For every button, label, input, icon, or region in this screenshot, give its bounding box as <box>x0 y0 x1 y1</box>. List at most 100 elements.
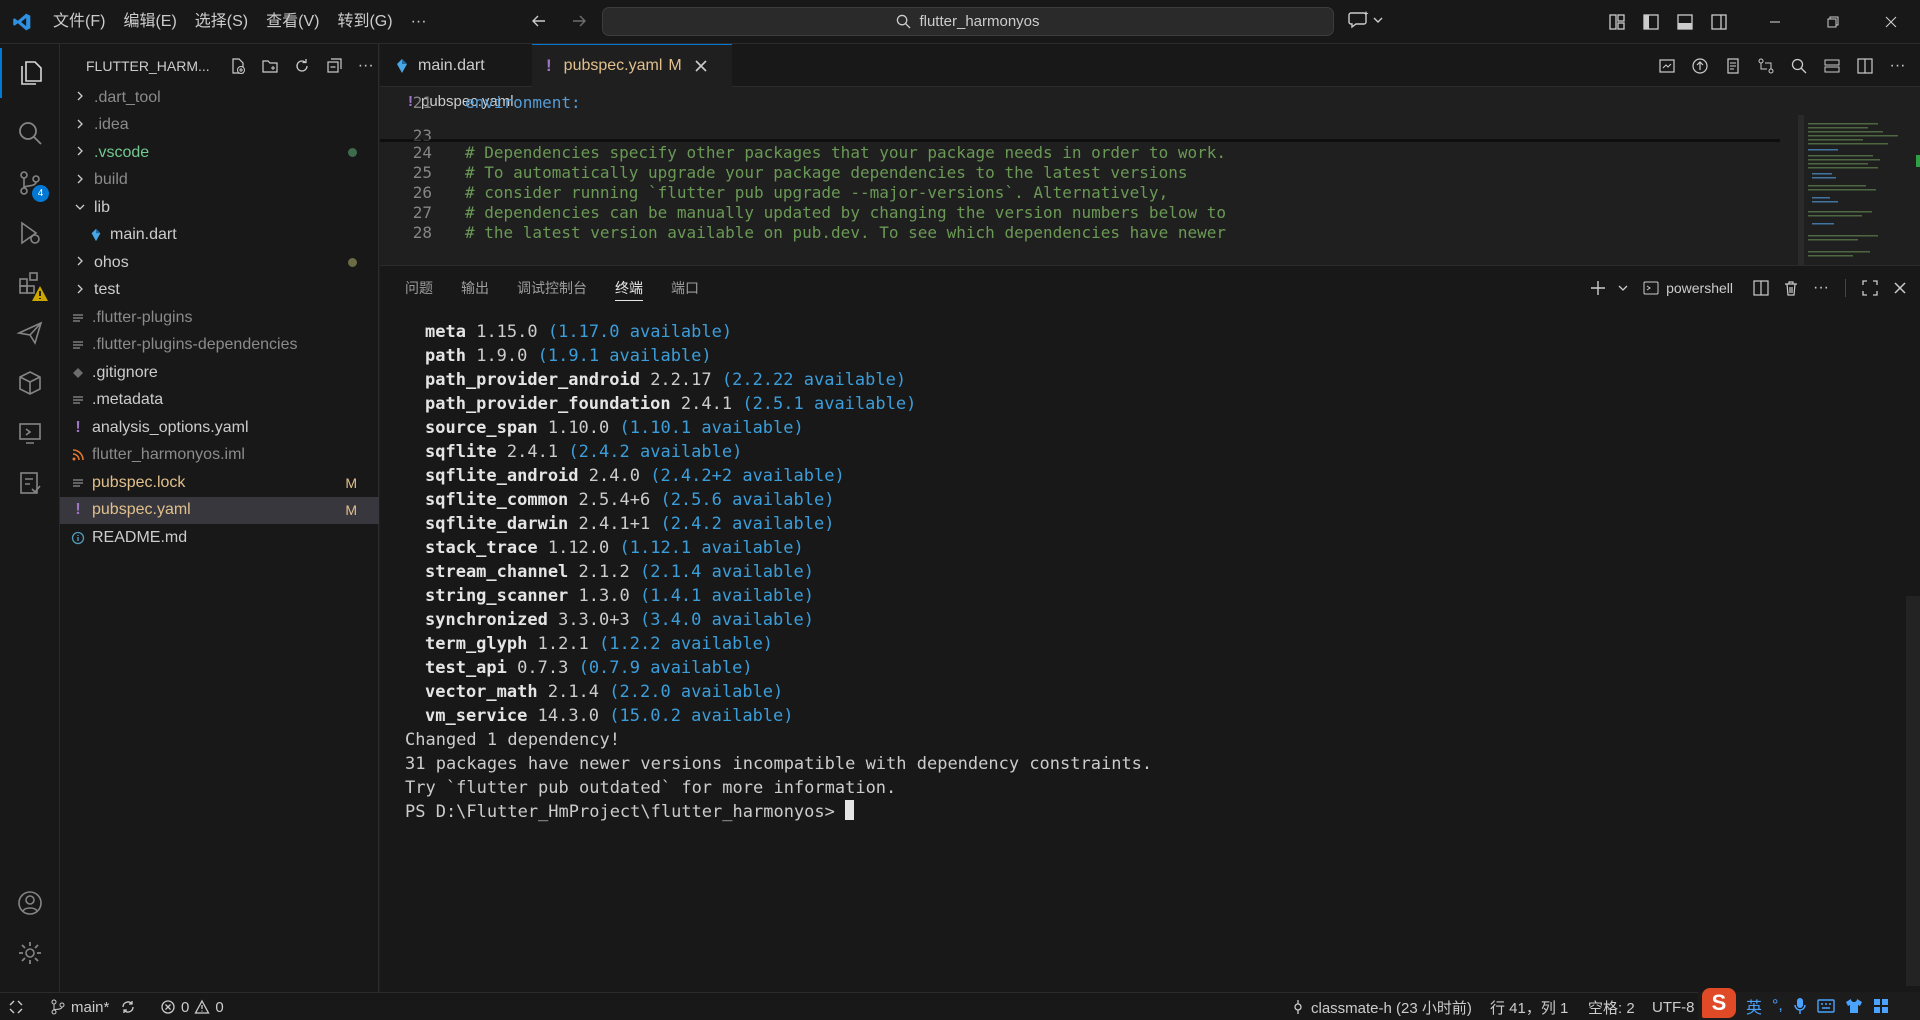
back-arrow-icon[interactable] <box>526 8 552 34</box>
branch-indicator[interactable]: main* <box>50 993 136 1020</box>
new-folder-icon[interactable] <box>258 54 282 78</box>
tree-item[interactable]: .flutter-plugins <box>60 304 379 331</box>
status-bar: main* 0 0 classmate-h (23 小时前) 行 41，列 1 … <box>0 992 1920 1020</box>
remote-indicator[interactable] <box>8 993 24 1020</box>
settings-gear-icon[interactable] <box>0 928 60 978</box>
tab-terminal[interactable]: 终端 <box>615 266 643 310</box>
skin-shirt-icon[interactable] <box>1845 998 1863 1014</box>
cursor-position[interactable]: 行 41，列 1 <box>1490 993 1568 1020</box>
collapse-all-icon[interactable] <box>322 54 346 78</box>
maximize-panel-icon[interactable] <box>1858 276 1882 300</box>
split-editor-icon[interactable] <box>1852 53 1877 78</box>
tab-pubspec-yaml[interactable]: ! pubspec.yaml M <box>532 44 732 87</box>
kill-terminal-icon[interactable] <box>1779 276 1803 300</box>
menu-selection[interactable]: 选择(S) <box>186 0 257 44</box>
search-icon[interactable] <box>0 108 60 158</box>
send-icon[interactable] <box>0 308 60 358</box>
tab-main-dart[interactable]: main.dart <box>380 44 532 87</box>
split-terminal-icon[interactable] <box>1749 276 1773 300</box>
git-blame[interactable]: classmate-h (23 小时前) <box>1290 993 1472 1020</box>
customize-layout-icon[interactable] <box>1600 0 1634 44</box>
package-available: (2.2.22 available) <box>721 370 907 390</box>
code-editor[interactable]: ! pubspec.yaml 21 environment: 23 24 # Depen… <box>380 87 1920 265</box>
ime-punctuation[interactable]: °, <box>1772 997 1783 1015</box>
restore-icon[interactable] <box>1804 0 1862 44</box>
box-icon[interactable] <box>0 358 60 408</box>
preview-icon[interactable] <box>1654 53 1679 78</box>
grid-menu-icon[interactable] <box>1873 998 1889 1014</box>
tree-item[interactable]: pubspec.lock M <box>60 469 379 496</box>
tree-item[interactable]: main.dart <box>60 222 379 249</box>
tab-problems[interactable]: 问题 <box>405 266 433 310</box>
source-control-icon[interactable]: 4 <box>0 158 60 208</box>
tree-item[interactable]: .metadata <box>60 387 379 414</box>
indentation[interactable]: 空格: 2 <box>1588 993 1635 1020</box>
tree-item[interactable]: .vscode <box>60 139 379 166</box>
new-terminal-icon[interactable] <box>1586 276 1610 300</box>
open-changes-icon[interactable] <box>1720 53 1745 78</box>
panel-more-icon[interactable]: ··· <box>1809 276 1833 300</box>
microphone-icon[interactable] <box>1793 997 1807 1015</box>
terminal-package-line: string_scanner 1.3.0 (1.4.1 available) <box>405 584 1152 608</box>
upload-icon[interactable] <box>1687 53 1712 78</box>
tree-item[interactable]: .dart_tool <box>60 84 379 111</box>
tree-item[interactable]: test <box>60 277 379 304</box>
copilot-button[interactable] <box>1348 10 1384 30</box>
extensions-icon[interactable] <box>0 258 60 308</box>
menu-edit[interactable]: 编辑(E) <box>114 0 185 44</box>
error-icon <box>161 1000 175 1014</box>
menu-go[interactable]: 转到(G) <box>328 0 401 44</box>
new-file-icon[interactable] <box>226 54 250 78</box>
forward-arrow-icon[interactable] <box>566 8 592 34</box>
minimap[interactable] <box>1798 115 1920 265</box>
tab-ports[interactable]: 端口 <box>671 266 699 310</box>
tab-debug-console[interactable]: 调试控制台 <box>517 266 587 310</box>
toggle-panel-icon[interactable] <box>1668 0 1702 44</box>
keyboard-icon[interactable] <box>1817 999 1835 1013</box>
close-tab-icon[interactable] <box>694 59 708 73</box>
tree-item-label: analysis_options.yaml <box>92 418 249 436</box>
toggle-primary-sidebar-icon[interactable] <box>1634 0 1668 44</box>
terminal-scrollbar[interactable] <box>1906 596 1920 986</box>
minimize-icon[interactable] <box>1746 0 1804 44</box>
package-version: 3.3.0+3 <box>558 610 630 630</box>
tree-item-label: flutter_harmonyos.iml <box>92 446 245 463</box>
tree-item[interactable]: flutter_harmonyos.iml <box>60 442 379 469</box>
account-icon[interactable] <box>0 878 60 928</box>
menu-more[interactable]: ··· <box>402 0 436 44</box>
menu-view[interactable]: 查看(V) <box>257 0 328 44</box>
explorer-icon[interactable] <box>0 48 60 98</box>
problems-indicator[interactable]: 0 0 <box>160 993 224 1020</box>
close-icon[interactable] <box>1862 0 1920 44</box>
chevron-down-icon[interactable] <box>1616 276 1630 300</box>
tree-item[interactable]: ohos <box>60 249 379 276</box>
command-center-search[interactable]: flutter_harmonyos <box>602 7 1334 36</box>
toggle-view-icon[interactable] <box>1819 53 1844 78</box>
powershell-terminal-tab[interactable]: powershell <box>1642 276 1733 300</box>
tree-item[interactable]: .gitignore <box>60 359 379 386</box>
sogou-logo-icon[interactable]: S <box>1702 988 1736 1018</box>
menu-file[interactable]: 文件(F) <box>44 0 114 44</box>
sync-icon[interactable] <box>120 999 136 1015</box>
tree-item[interactable]: build <box>60 167 379 194</box>
encoding[interactable]: UTF-8 <box>1652 993 1695 1020</box>
tree-item[interactable]: ! pubspec.yaml M <box>60 496 379 524</box>
run-debug-icon[interactable] <box>0 208 60 258</box>
tree-item[interactable]: .idea <box>60 112 379 139</box>
close-panel-icon[interactable] <box>1888 276 1912 300</box>
tab-output[interactable]: 输出 <box>461 266 489 310</box>
compare-icon[interactable] <box>1753 53 1778 78</box>
ime-language[interactable]: 英 <box>1746 994 1762 1018</box>
toggle-secondary-sidebar-icon[interactable] <box>1702 0 1736 44</box>
refresh-icon[interactable] <box>290 54 314 78</box>
testing-icon[interactable] <box>0 458 60 508</box>
find-icon[interactable] <box>1786 53 1811 78</box>
editor-more-icon[interactable]: ··· <box>1885 53 1910 78</box>
tree-item[interactable]: ! analysis_options.yaml <box>60 414 379 441</box>
tree-item[interactable]: README.md <box>60 524 379 551</box>
terminal-output[interactable]: meta 1.15.0 (1.17.0 available) path 1.9.0… <box>405 320 1152 824</box>
tree-item[interactable]: .flutter-plugins-dependencies <box>60 332 379 359</box>
tree-item[interactable]: lib <box>60 194 379 221</box>
remote-explorer-icon[interactable] <box>0 408 60 458</box>
more-actions-icon[interactable]: ··· <box>354 54 378 78</box>
